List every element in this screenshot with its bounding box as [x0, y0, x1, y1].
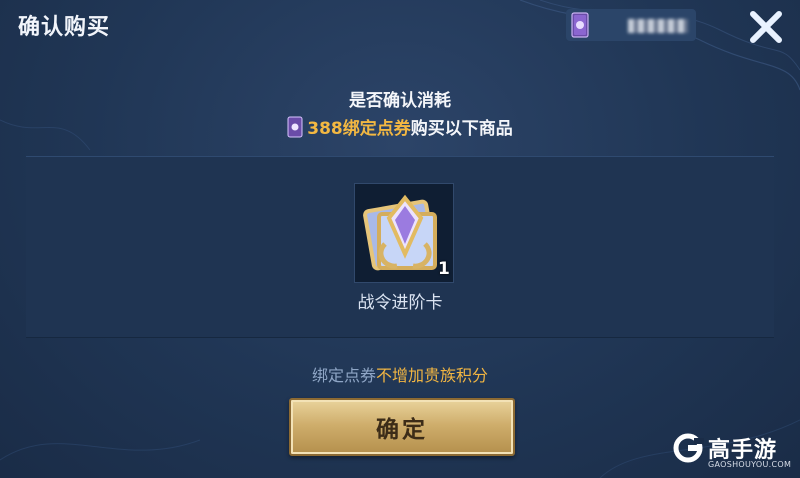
- item-count: 1: [438, 259, 450, 279]
- currency-balance: 00000: [566, 9, 696, 41]
- dialog-title: 确认购买: [18, 15, 111, 40]
- confirm-button[interactable]: 确定: [289, 398, 515, 456]
- close-button[interactable]: [744, 5, 788, 49]
- site-watermark: 高手游 GAOSHOUYOU.COM: [672, 430, 796, 474]
- confirm-question: 是否确认消耗: [349, 91, 451, 111]
- bound-ticket-icon: [287, 116, 303, 138]
- points-note: 绑定点券不增加贵族积分: [0, 362, 800, 386]
- item-name: 战令进阶卡: [357, 293, 443, 313]
- note-warning: 不增加贵族积分: [376, 366, 489, 385]
- currency-amount-obscured: 00000: [628, 19, 688, 33]
- confirm-cost-line: 388绑定点券 购买以下商品: [0, 114, 800, 139]
- note-currency: 绑定点券: [311, 366, 376, 385]
- cost-suffix: 购买以下商品: [410, 119, 513, 139]
- cost-amount: 388绑定点券: [307, 119, 411, 139]
- close-icon: [750, 11, 782, 43]
- bound-ticket-icon: [570, 12, 590, 42]
- watermark-domain: GAOSHOUYOU.COM: [708, 460, 792, 469]
- confirm-button-label: 确定: [376, 417, 428, 443]
- gaoshouyou-logo-icon: [673, 433, 704, 463]
